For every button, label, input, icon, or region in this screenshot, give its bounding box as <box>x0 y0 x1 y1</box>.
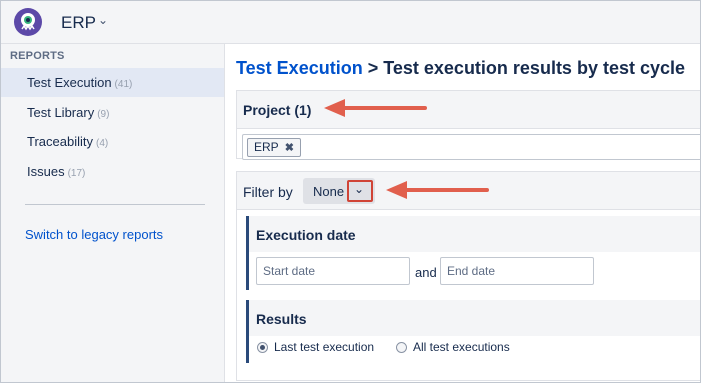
sidebar: REPORTS Test Execution (41) Test Library(… <box>1 44 225 382</box>
execution-date-title: Execution date <box>256 227 356 243</box>
project-panel: Project (1) ERP ✖ <box>236 90 700 160</box>
project-selector-input[interactable]: ERP ✖ <box>242 134 700 160</box>
switch-to-legacy-reports-link[interactable]: Switch to legacy reports <box>25 227 163 242</box>
sidebar-item-label: Test Execution <box>27 75 112 90</box>
sidebar-item-count: (41) <box>114 79 133 90</box>
sidebar-heading: REPORTS <box>10 50 65 62</box>
sidebar-item-issues[interactable]: Issues (17) <box>1 157 224 186</box>
annotation-arrow-project <box>324 99 427 117</box>
filter-panel: Filter by None ⌄ Execution date and Resu… <box>236 171 700 381</box>
sidebar-item-count: (17) <box>67 168 86 179</box>
sidebar-item-count: (9) <box>97 109 110 120</box>
sidebar-item-test-library[interactable]: Test Library (9) <box>1 98 224 127</box>
page-title-text: Test execution results by test cycle <box>383 58 686 78</box>
end-date-input[interactable] <box>440 257 594 285</box>
project-panel-title: Project (1) <box>243 102 312 118</box>
execution-date-section: Execution date and <box>246 216 700 290</box>
main-content: Test Execution > Test execution results … <box>225 44 700 382</box>
filter-by-dropdown[interactable]: None ⌄ <box>303 178 375 204</box>
annotation-arrow-filter <box>386 181 489 199</box>
filter-by-label: Filter by <box>243 184 293 200</box>
last-test-execution-label[interactable]: Last test execution <box>274 340 374 354</box>
sidebar-item-test-execution[interactable]: Test Execution (41) <box>1 68 224 97</box>
all-test-executions-label[interactable]: All test executions <box>413 340 510 354</box>
date-range-and-label: and <box>415 265 437 280</box>
all-test-executions-radio[interactable] <box>396 342 407 353</box>
execution-date-header: Execution date <box>249 216 700 252</box>
results-title: Results <box>256 311 307 327</box>
close-icon[interactable]: ✖ <box>285 142 294 154</box>
sidebar-item-count: (4) <box>95 138 109 149</box>
app-name[interactable]: ERP <box>61 13 96 33</box>
project-tag: ERP ✖ <box>247 138 301 157</box>
chevron-down-icon[interactable]: ⌄ <box>98 13 108 27</box>
project-tag-label: ERP <box>254 140 279 154</box>
results-section: Results Last test execution All test exe… <box>246 300 700 363</box>
page-title: Test Execution > Test execution results … <box>236 58 685 79</box>
app-window: ERP ⌄ REPORTS Test Execution (41) Test Li… <box>0 0 701 383</box>
sidebar-divider <box>25 204 205 205</box>
sidebar-item-label: Test Library <box>27 105 95 120</box>
results-header: Results <box>249 300 700 336</box>
chevron-down-icon: ⌄ <box>354 182 365 196</box>
dropdown-toggle-button[interactable]: ⌄ <box>347 180 373 202</box>
project-panel-header: Project (1) <box>237 91 700 129</box>
breadcrumb-separator: > <box>362 58 384 78</box>
sidebar-item-label: Issues <box>27 164 65 179</box>
breadcrumb-test-execution-link[interactable]: Test Execution <box>236 58 363 78</box>
last-test-execution-radio[interactable] <box>257 342 268 353</box>
monster-logo-icon[interactable] <box>13 7 43 37</box>
top-bar: ERP ⌄ <box>1 1 700 44</box>
sidebar-item-traceability[interactable]: Traceability (4) <box>1 127 224 156</box>
filter-selected-value: None <box>313 184 345 199</box>
sidebar-item-label: Traceability <box>27 134 93 149</box>
start-date-input[interactable] <box>256 257 410 285</box>
